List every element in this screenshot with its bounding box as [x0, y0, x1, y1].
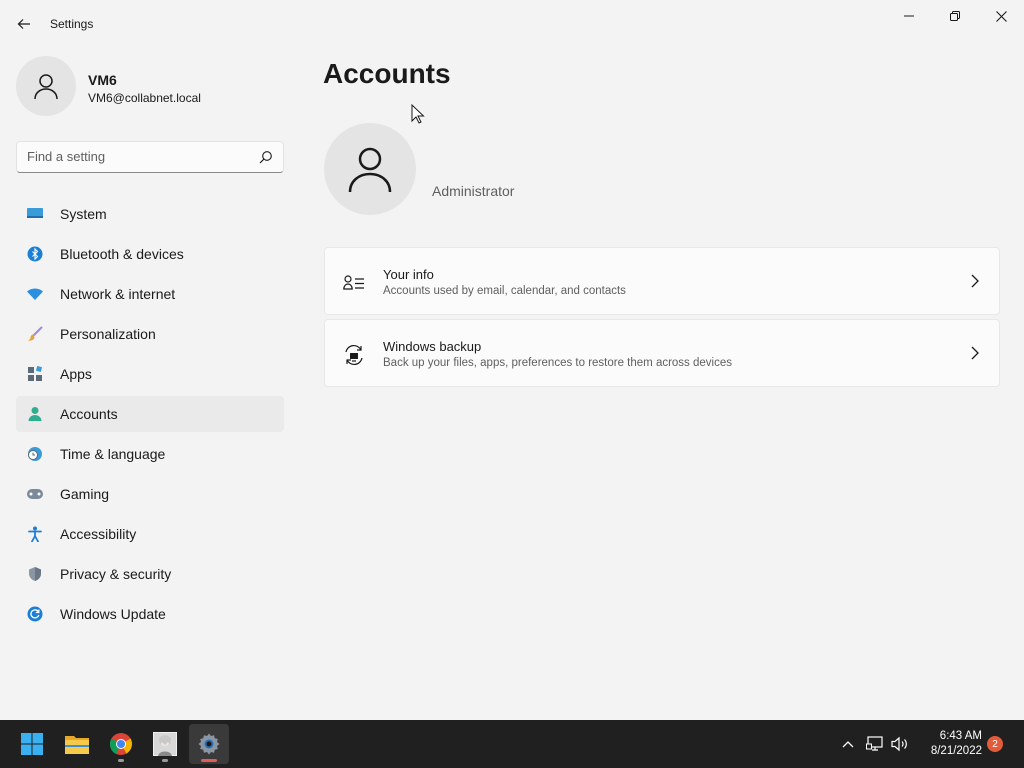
sidebar-item-time-language[interactable]: Time & language [16, 436, 284, 472]
sidebar-item-apps[interactable]: Apps [16, 356, 284, 392]
person-icon [348, 147, 392, 193]
sidebar-item-windows-update[interactable]: Windows Update [16, 596, 284, 632]
file-explorer-button[interactable] [57, 724, 97, 764]
search-input[interactable] [27, 149, 247, 164]
sidebar-item-label: Apps [60, 366, 92, 382]
sidebar-item-label: System [60, 206, 107, 222]
profile-email: VM6@collabnet.local [88, 91, 201, 105]
sidebar-nav: System Bluetooth & devices Network & int… [16, 196, 284, 636]
page-title: Accounts [323, 58, 451, 89]
network-tray-button[interactable] [865, 734, 885, 754]
sidebar-item-label: Windows Update [60, 606, 166, 622]
sidebar-item-label: Personalization [60, 326, 156, 342]
sidebar-item-network[interactable]: Network & internet [16, 276, 284, 312]
profile-name: VM6 [88, 72, 117, 88]
file-explorer-icon [65, 736, 89, 754]
settings-taskbar-button[interactable] [189, 724, 229, 764]
bluetooth-icon [26, 245, 44, 263]
account-avatar [324, 123, 416, 215]
sidebar-item-label: Network & internet [60, 286, 176, 302]
your-info-card[interactable]: Your info Accounts used by email, calend… [324, 247, 1000, 315]
gamepad-icon [26, 485, 44, 503]
update-icon [26, 605, 44, 623]
restore-button[interactable] [932, 0, 978, 32]
search-box[interactable] [16, 141, 284, 173]
backup-icon [343, 344, 365, 366]
title-bar: Settings [0, 0, 1024, 40]
chevron-right-icon [971, 346, 979, 360]
settings-window: Settings VM6 VM6@collabnet.local System [0, 0, 1024, 720]
minimize-button[interactable] [886, 0, 932, 32]
running-indicator [118, 759, 124, 762]
person-list-icon [343, 272, 365, 294]
app-thumbnail-button[interactable] [145, 724, 185, 764]
clock-globe-icon [26, 445, 44, 463]
accounts-icon [26, 405, 44, 423]
sidebar-item-label: Time & language [60, 446, 166, 462]
sidebar-item-label: Gaming [60, 486, 110, 502]
back-arrow-icon [17, 19, 30, 29]
windows-backup-card[interactable]: Windows backup Back up your files, apps,… [324, 319, 1000, 387]
restore-icon [950, 11, 960, 21]
notification-badge[interactable]: 2 [987, 736, 1003, 752]
window-title: Settings [50, 17, 94, 31]
sidebar-item-personalization[interactable]: Personalization [16, 316, 284, 352]
wifi-icon [26, 285, 44, 303]
chevron-right-icon [971, 274, 979, 288]
start-icon [21, 733, 43, 755]
clock-date: 8/21/2022 [930, 745, 982, 757]
mouse-cursor-icon [411, 104, 425, 124]
sidebar-item-system[interactable]: System [16, 196, 284, 232]
sidebar-item-label: Bluetooth & devices [60, 246, 184, 262]
system-icon [26, 205, 44, 223]
sidebar-item-accounts[interactable]: Accounts [16, 396, 284, 432]
close-icon [995, 10, 1007, 22]
sidebar-item-label: Privacy & security [60, 566, 172, 582]
clock-time: 6:43 AM [939, 730, 982, 742]
sidebar-item-label: Accessibility [60, 526, 137, 542]
minimize-icon [904, 15, 914, 17]
network-icon [866, 736, 883, 751]
accessibility-icon [26, 525, 44, 543]
chrome-button[interactable] [101, 724, 141, 764]
close-button[interactable] [978, 0, 1024, 32]
sidebar-item-accessibility[interactable]: Accessibility [16, 516, 284, 552]
app-thumbnail-icon [153, 732, 177, 756]
brush-icon [26, 325, 44, 343]
apps-icon [26, 365, 44, 383]
back-button[interactable] [10, 10, 38, 38]
card-subtitle: Accounts used by email, calendar, and co… [383, 285, 626, 297]
chevron-up-icon [842, 741, 854, 748]
show-hidden-icons-button[interactable] [838, 734, 858, 754]
card-title: Windows backup [383, 339, 482, 354]
chrome-icon [109, 733, 132, 755]
person-icon [34, 74, 58, 100]
shield-icon [26, 565, 44, 583]
volume-tray-button[interactable] [890, 734, 910, 754]
sidebar-item-bluetooth[interactable]: Bluetooth & devices [16, 236, 284, 272]
sidebar-item-gaming[interactable]: Gaming [16, 476, 284, 512]
sidebar-item-privacy[interactable]: Privacy & security [16, 556, 284, 592]
settings-icon [198, 733, 220, 755]
user-profile[interactable]: VM6 VM6@collabnet.local [16, 56, 286, 118]
sidebar-item-label: Accounts [60, 406, 118, 422]
account-role: Administrator [432, 183, 515, 199]
taskbar-clock[interactable]: 6:43 AM 8/21/2022 [912, 729, 982, 759]
card-title: Your info [383, 267, 434, 282]
active-indicator [201, 759, 217, 762]
running-indicator [162, 759, 168, 762]
card-subtitle: Back up your files, apps, preferences to… [383, 357, 732, 369]
search-icon[interactable] [259, 150, 273, 164]
volume-icon [891, 736, 907, 752]
taskbar: 6:43 AM 8/21/2022 [0, 720, 1024, 768]
avatar [16, 56, 76, 116]
start-button[interactable] [12, 724, 52, 764]
